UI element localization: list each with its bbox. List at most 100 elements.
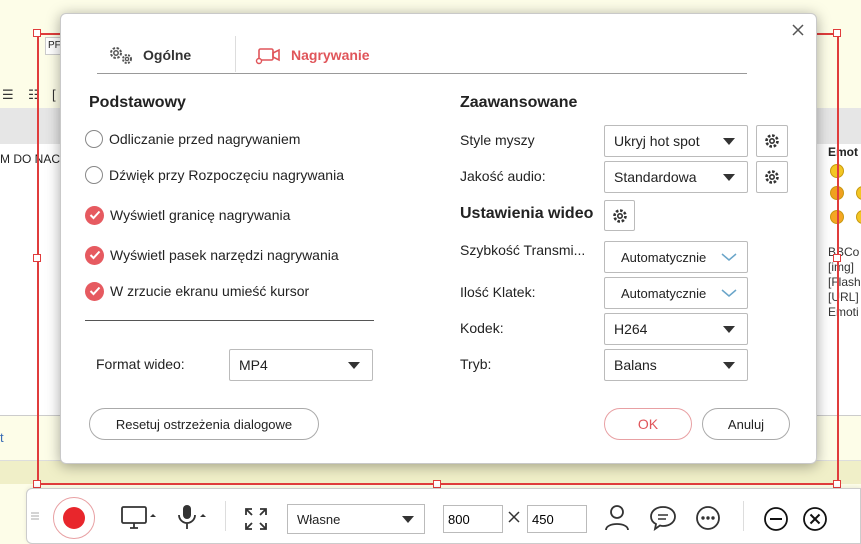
mouse-style-value: Ukryj hot spot: [614, 133, 700, 149]
show-toolbar-checkbox[interactable]: [85, 245, 104, 265]
resize-handle-left[interactable]: [33, 254, 41, 262]
width-input[interactable]: [443, 505, 503, 533]
chevron-down-icon: [721, 289, 737, 297]
resize-handle-bottom[interactable]: [433, 480, 441, 488]
gear-icon: [765, 134, 779, 148]
audio-quality-value: Standardowa: [614, 169, 697, 185]
option-countdown-label: Odliczanie przed nagrywaniem: [109, 131, 301, 147]
monitor-icon: [121, 506, 156, 529]
countdown-radio[interactable]: [85, 130, 103, 148]
annotate-button[interactable]: [649, 505, 677, 534]
bitrate-label: Szybkość Transmi...: [460, 242, 586, 258]
close-button[interactable]: [790, 22, 806, 38]
option-show-toolbar[interactable]: Wyświetl pasek narzędzi nagrywania: [85, 244, 339, 266]
checkmark-icon: [89, 210, 100, 220]
list-bullets-icon: ☰: [2, 87, 14, 102]
resize-handle-right[interactable]: [833, 254, 841, 262]
resize-handle-top-right[interactable]: [833, 29, 841, 37]
chevron-down-icon: [723, 326, 735, 333]
minimize-icon: [764, 507, 788, 531]
include-cursor-checkbox[interactable]: [85, 281, 104, 301]
option-show-border-label: Wyświetl granicę nagrywania: [110, 207, 291, 223]
mouse-style-select[interactable]: Ukryj hot spot: [604, 125, 748, 157]
tab-general[interactable]: Ogólne: [107, 36, 191, 74]
close-icon: [792, 24, 804, 36]
mode-select[interactable]: Balans: [604, 349, 748, 381]
mouse-style-label: Style myszy: [460, 132, 535, 148]
chevron-down-icon: [723, 362, 735, 369]
video-format-value: MP4: [239, 357, 268, 373]
option-show-border[interactable]: Wyświetl granicę nagrywania: [85, 204, 290, 226]
bitrate-select[interactable]: Automatycznie: [604, 241, 748, 273]
checkmark-icon: [89, 250, 100, 260]
option-countdown[interactable]: Odliczanie przed nagrywaniem: [85, 128, 300, 150]
background-link: t: [0, 430, 4, 445]
basic-section-divider: [85, 320, 374, 321]
screen-source-button[interactable]: [121, 505, 157, 534]
option-include-cursor[interactable]: W zrzucie ekranu umieść kursor: [85, 280, 309, 302]
codec-label: Kodek:: [460, 320, 504, 336]
microphone-button[interactable]: [175, 503, 209, 534]
more-icon: [696, 506, 720, 530]
option-start-sound-label: Dźwięk przy Rozpoczęciu nagrywania: [109, 167, 344, 183]
tab-recording[interactable]: Nagrywanie: [255, 36, 370, 74]
audio-quality-settings-button[interactable]: [756, 161, 788, 193]
gear-icon: [765, 170, 779, 184]
resize-handle-bottom-right[interactable]: [833, 480, 841, 488]
framerate-value: Automatycznie: [621, 285, 707, 301]
gears-icon: [110, 47, 132, 64]
mouse-style-settings-button[interactable]: [756, 125, 788, 157]
minimize-button[interactable]: [763, 506, 789, 535]
framerate-select[interactable]: Automatycznie: [604, 277, 748, 309]
mode-label: Tryb:: [460, 356, 492, 372]
resize-handle-bottom-left[interactable]: [33, 480, 41, 488]
advanced-section-title: Zaawansowane: [460, 94, 578, 111]
basic-section-title: Podstawowy: [89, 94, 186, 111]
reset-warnings-button[interactable]: Resetuj ostrzeżenia dialogowe: [89, 408, 319, 440]
chevron-down-icon: [721, 253, 737, 261]
fullscreen-button[interactable]: [244, 507, 268, 534]
resize-handle-top-left[interactable]: [33, 29, 41, 37]
video-format-label: Format wideo:: [96, 356, 185, 372]
chevron-down-icon: [402, 516, 414, 523]
close-toolbar-button[interactable]: [802, 506, 828, 535]
speech-bubble-icon: [650, 506, 676, 532]
settings-dialog: Ogólne Nagrywanie Podstawowy Odliczanie …: [60, 13, 817, 464]
video-settings-button[interactable]: [604, 200, 635, 231]
option-start-sound[interactable]: Dźwięk przy Rozpoczęciu nagrywania: [85, 164, 344, 186]
tab-recording-label: Nagrywanie: [291, 47, 370, 63]
start-sound-radio[interactable]: [85, 166, 103, 184]
cancel-button[interactable]: Anuluj: [702, 408, 790, 440]
recording-toolbar: Własne: [26, 488, 861, 544]
mode-value: Balans: [614, 357, 657, 373]
record-button[interactable]: [53, 497, 95, 539]
record-icon: [63, 507, 85, 529]
sad-emoticon-icon: [856, 210, 861, 224]
option-show-toolbar-label: Wyświetl pasek narzędzi nagrywania: [110, 247, 339, 263]
expand-icon: [245, 508, 267, 530]
audio-quality-select[interactable]: Standardowa: [604, 161, 748, 193]
chevron-down-icon: [723, 138, 735, 145]
more-options-button[interactable]: [695, 505, 721, 534]
show-border-checkbox[interactable]: [85, 205, 104, 225]
webcam-button[interactable]: [603, 503, 631, 534]
audio-quality-label: Jakość audio:: [460, 168, 546, 184]
user-icon: [605, 505, 629, 531]
tab-divider: [235, 36, 236, 72]
close-circle-icon: [803, 507, 827, 531]
ok-button[interactable]: OK: [604, 408, 692, 440]
region-preset-select[interactable]: Własne: [287, 504, 425, 534]
video-format-select[interactable]: MP4: [229, 349, 373, 381]
microphone-icon: [178, 505, 206, 529]
bitrate-value: Automatycznie: [621, 249, 707, 265]
region-preset-value: Własne: [297, 511, 341, 527]
height-input[interactable]: [527, 505, 587, 533]
chevron-down-icon: [348, 362, 360, 369]
codec-select[interactable]: H264: [604, 313, 748, 345]
codec-value: H264: [614, 321, 648, 337]
gear-icon: [612, 208, 627, 223]
toolbar-separator: [743, 501, 744, 531]
drag-grip-icon[interactable]: [31, 511, 39, 521]
framerate-label: Ilość Klatek:: [460, 284, 536, 300]
toolbar-separator: [225, 501, 226, 531]
